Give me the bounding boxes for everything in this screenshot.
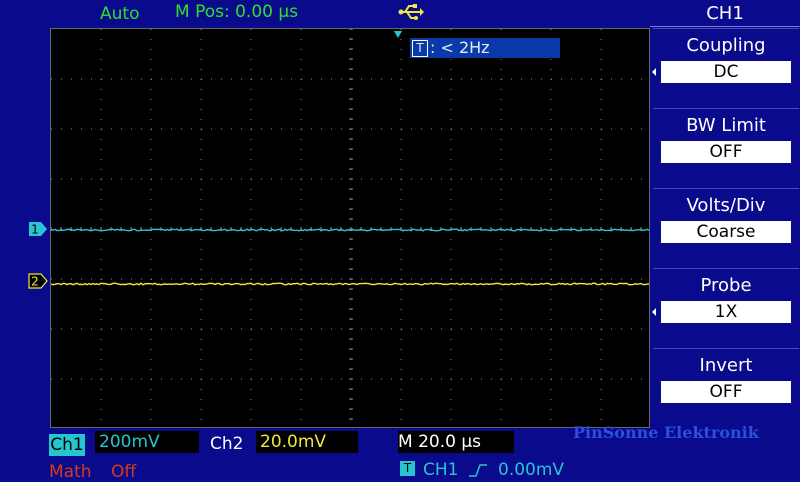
ch2-tag[interactable]: Ch2 [210, 434, 243, 454]
math-label[interactable]: Math [49, 462, 92, 482]
trigger-frequency-text: : < 2Hz [430, 38, 490, 57]
menu-item-coupling[interactable]: Coupling DC [653, 28, 799, 104]
timebase-readout: M 20.0 µs [398, 431, 514, 453]
trigger-source: CH1 [423, 460, 458, 480]
menu-item-probe[interactable]: Probe 1X [653, 268, 799, 344]
menu-item-value: 1X [661, 301, 791, 323]
graticule [51, 29, 650, 428]
menu-item-invert[interactable]: Invert OFF [653, 348, 799, 424]
menu-item-bw-limit[interactable]: BW Limit OFF [653, 108, 799, 184]
math-state: Off [111, 462, 136, 482]
ch2-marker-label: 2 [31, 275, 39, 289]
ch2-marker[interactable]: 2 [28, 273, 48, 289]
mpos-unit: µs [278, 2, 298, 22]
menu-item-value: Coarse [661, 221, 791, 243]
trigger-position-marker [393, 30, 403, 40]
status-bar: Auto M Pos: 0.00 µs [0, 0, 650, 28]
menu-item-label: Coupling [653, 35, 799, 56]
menu-item-label: Invert [653, 355, 799, 376]
menu-item-value: OFF [661, 381, 791, 403]
menu-arrow-icon [652, 68, 656, 76]
trigger-level: 0.00mV [498, 460, 564, 480]
usb-icon [398, 3, 424, 21]
trigger-frequency-readout: T: < 2Hz [410, 38, 560, 58]
menu-item-value: DC [661, 61, 791, 83]
mpos-value: 0.00 [235, 2, 273, 22]
ch2-volts-div: 20.0mV [256, 431, 358, 453]
watermark: PinSonne Elektronik [573, 423, 759, 442]
ch2-trace [51, 283, 650, 285]
menu-item-volts-div[interactable]: Volts/Div Coarse [653, 188, 799, 264]
ch1-marker-label: 1 [31, 223, 39, 237]
rising-edge-icon [468, 462, 488, 478]
acquisition-mode: Auto [100, 4, 139, 24]
ch1-marker[interactable]: 1 [28, 221, 48, 237]
waveform-display[interactable] [50, 28, 650, 428]
ch1-tag[interactable]: Ch1 [49, 434, 85, 456]
menu-item-label: Probe [653, 275, 799, 296]
trigger-tag: T [412, 40, 428, 57]
ch1-volts-div: 200mV [95, 431, 199, 453]
mpos-label: M Pos: [175, 2, 230, 22]
menu-item-label: BW Limit [653, 115, 799, 136]
trigger-tag-bottom: T [400, 461, 415, 476]
horizontal-position: M Pos: 0.00 µs [175, 2, 298, 22]
menu-title: CH1 [650, 0, 800, 27]
ch1-menu: CH1 Coupling DC BW Limit OFF Volts/Div C… [650, 0, 800, 430]
menu-arrow-icon [652, 308, 656, 316]
menu-item-label: Volts/Div [653, 195, 799, 216]
menu-item-value: OFF [661, 141, 791, 163]
